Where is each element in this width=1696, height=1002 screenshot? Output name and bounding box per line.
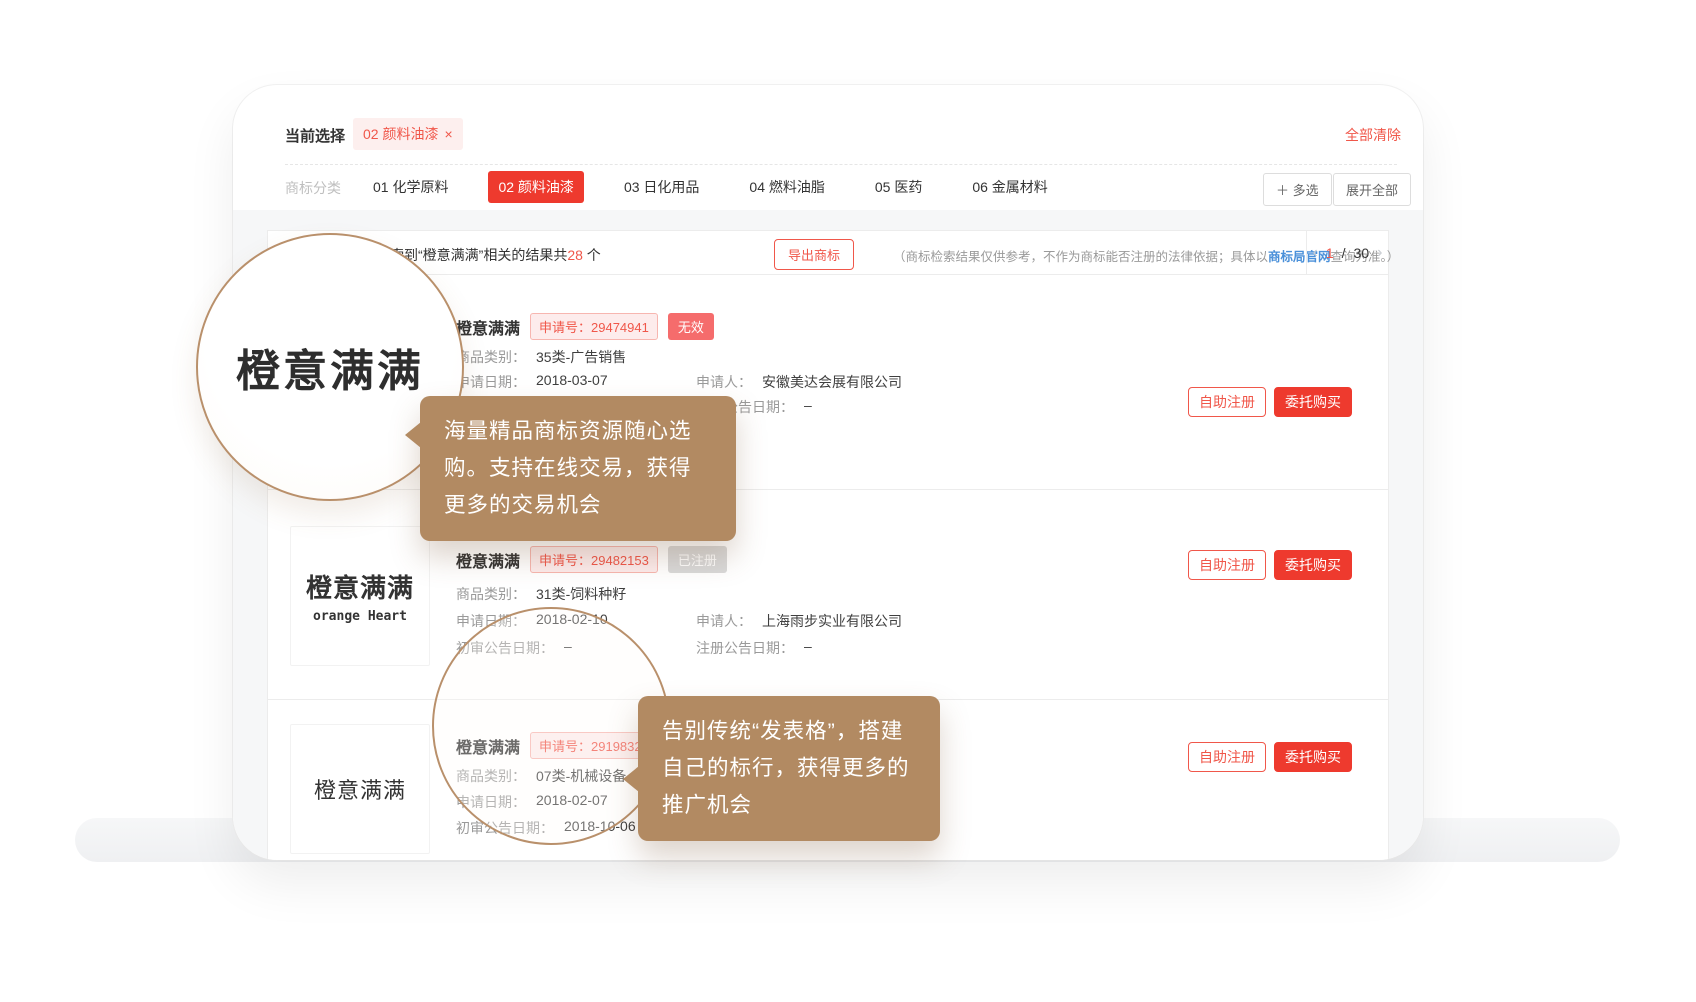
tooltip-line: 更多的交易机会 <box>444 487 712 524</box>
applicant-value: 安徽美达会展有限公司 <box>762 372 902 392</box>
apply-date-label: 申请日期： <box>456 372 526 392</box>
reg-notice-value: – <box>804 397 812 417</box>
category-value: 31类-饲料种籽 <box>536 584 626 604</box>
category-tab-04[interactable]: 04 燃料油脂 <box>739 171 834 203</box>
clear-all-button[interactable]: 全部清除 <box>1345 125 1401 145</box>
category-tab-01[interactable]: 01 化学原料 <box>363 171 458 203</box>
page-total: 30 <box>1354 245 1370 261</box>
tooltip-promotion: 告别传统“发表格”，搭建 自己的标行，获得更多的 推广机会 <box>638 696 940 841</box>
trademark-image[interactable]: 橙意满满 <box>290 724 430 854</box>
applicant-value: 上海雨步实业有限公司 <box>762 611 902 631</box>
category-tab-06[interactable]: 06 金属材料 <box>962 171 1057 203</box>
row-details: 橙意满满 申请号：29474941 无效 <box>456 313 714 340</box>
close-icon[interactable]: × <box>444 126 452 142</box>
multi-select-button[interactable]: ＋ 多选 <box>1263 173 1332 206</box>
filter-tag-label: 02 颜料油漆 <box>363 126 438 142</box>
category-tabs: 01 化学原料 02 颜料油漆 03 日化用品 04 燃料油脂 05 医药 06… <box>363 171 1058 203</box>
reg-notice-label: 注册公告日期： <box>696 638 794 658</box>
divider <box>285 164 1397 165</box>
self-register-button[interactable]: 自助注册 <box>1188 550 1266 580</box>
category-tab-03[interactable]: 03 日化用品 <box>614 171 709 203</box>
tooltip-line: 海量精品商标资源随心选 <box>444 413 712 450</box>
category-tab-05[interactable]: 05 医药 <box>865 171 932 203</box>
results-count: 28 <box>567 247 583 263</box>
entrust-buy-button[interactable]: 委托购买 <box>1274 742 1352 772</box>
magnified-trademark-text: 橙意满满 <box>236 335 424 399</box>
disclaimer-pre: （商标检索结果仅供参考，不作为商标能否注册的法律依据；具体以 <box>893 250 1268 264</box>
applicant-label: 申请人： <box>696 611 752 631</box>
reg-notice-value: – <box>804 638 812 658</box>
results-header: 为您检索到“橙意满满”相关的结果共28 个 导出商标 （商标检索结果仅供参考，不… <box>268 231 1388 275</box>
tooltip-marketplace: 海量精品商标资源随心选 购。支持在线交易，获得 更多的交易机会 <box>420 396 736 541</box>
chevron-left-icon[interactable]: ‹ <box>1313 244 1318 262</box>
tooltip-line: 告别传统“发表格”，搭建 <box>662 713 916 750</box>
status-badge: 无效 <box>668 313 714 340</box>
category-tab-02-selected[interactable]: 02 颜料油漆 <box>488 171 583 203</box>
applicant-label: 申请人： <box>696 372 752 392</box>
trademark-name[interactable]: 橙意满满 <box>456 315 520 339</box>
entrust-buy-button[interactable]: 委托购买 <box>1274 387 1352 417</box>
trademark-image[interactable]: 橙意满满 orange Heart <box>290 526 430 666</box>
page-separator: / <box>1342 245 1346 261</box>
export-trademark-button[interactable]: 导出商标 <box>774 239 854 270</box>
category-value: 35类-广告销售 <box>536 347 626 367</box>
application-number-badge: 申请号：29474941 <box>530 313 658 340</box>
trademark-image-text: 橙意满满 <box>306 568 414 605</box>
current-selection-label: 当前选择 <box>285 125 345 146</box>
tooltip-line: 推广机会 <box>662 787 916 824</box>
trademark-image-subtext: orange Heart <box>313 609 407 624</box>
chevron-right-icon[interactable]: › <box>1377 244 1382 262</box>
row-details: 橙意满满 申请号：29482153 已注册 <box>456 546 727 573</box>
category-bar-label: 商标分类 <box>285 178 341 198</box>
status-badge: 已注册 <box>668 546 727 573</box>
expand-all-button[interactable]: 展开全部 <box>1333 173 1411 206</box>
page: 当前选择 02 颜料油漆 × 全部清除 商标分类 01 化学原料 02 颜料油漆 … <box>0 0 1696 1002</box>
self-register-button[interactable]: 自助注册 <box>1188 387 1266 417</box>
category-label: 商品类别： <box>456 347 526 367</box>
results-unit: 个 <box>583 247 601 263</box>
results-summary-middle: 相关的结果共 <box>483 247 567 263</box>
pagination: ‹ 1 / 30 › <box>1306 231 1388 275</box>
tooltip-line: 购。支持在线交易，获得 <box>444 450 712 487</box>
self-register-button[interactable]: 自助注册 <box>1188 742 1266 772</box>
magnifier-circle <box>432 607 670 845</box>
trademark-image-text: 橙意满满 <box>314 773 406 805</box>
trademark-name[interactable]: 橙意满满 <box>456 548 520 572</box>
tooltip-line: 自己的标行，获得更多的 <box>662 750 916 787</box>
page-current: 1 <box>1326 245 1334 261</box>
entrust-buy-button[interactable]: 委托购买 <box>1274 550 1352 580</box>
selected-filter-tag[interactable]: 02 颜料油漆 × <box>353 118 463 150</box>
category-label: 商品类别： <box>456 584 526 604</box>
results-keyword: “橙意满满” <box>418 247 483 263</box>
apply-date-value: 2018-03-07 <box>536 372 608 392</box>
application-number-badge: 申请号：29482153 <box>530 546 658 573</box>
